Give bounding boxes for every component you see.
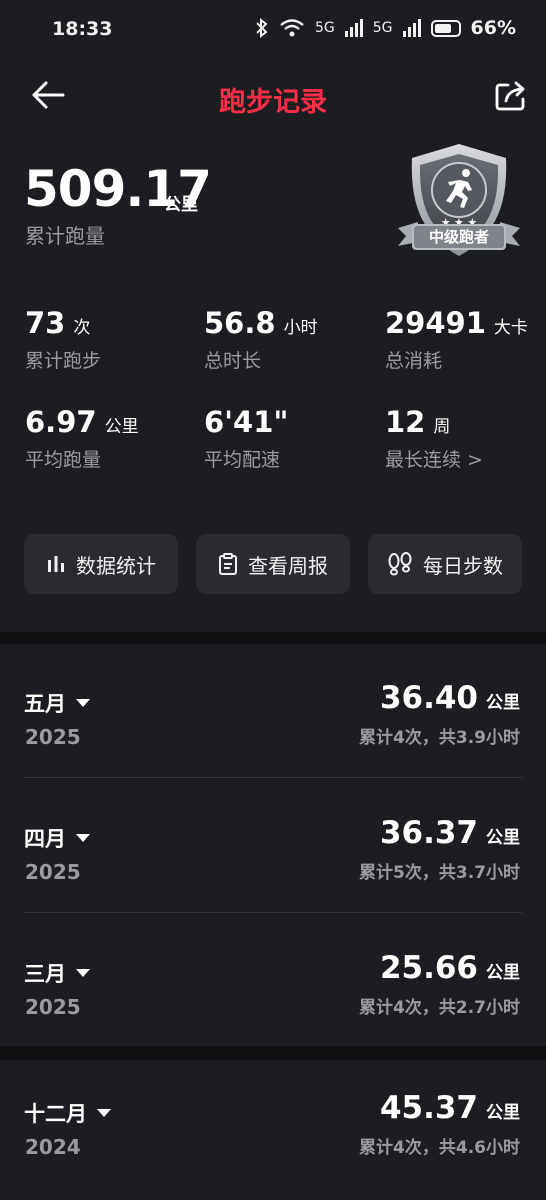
month-year: 2025 bbox=[25, 860, 81, 884]
chevron-down-icon bbox=[76, 834, 90, 842]
footprints-icon bbox=[388, 552, 412, 576]
signal-icon bbox=[344, 19, 363, 37]
weekly-report-button[interactable]: 查看周报 bbox=[196, 534, 350, 594]
month-year: 2025 bbox=[25, 995, 81, 1019]
month-name[interactable]: 四月 bbox=[24, 823, 90, 853]
wifi-icon bbox=[280, 19, 304, 37]
month-year: 2024 bbox=[25, 1135, 81, 1159]
month-summary: 累计4次，共4.6小时 bbox=[359, 1138, 520, 1158]
month-row[interactable]: 十二月 2024 45.37 公里 累计4次，共4.6小时 bbox=[0, 1090, 546, 1200]
month-distance: 45.37 公里 bbox=[379, 1090, 520, 1126]
divider bbox=[24, 777, 522, 778]
runner-level-badge[interactable]: ★ ★ ★ 中级跑者 bbox=[396, 142, 522, 262]
status-time: 18:33 bbox=[52, 18, 113, 40]
month-year: 2025 bbox=[25, 725, 81, 749]
clipboard-icon bbox=[219, 553, 237, 575]
month-name[interactable]: 三月 bbox=[24, 958, 90, 988]
bluetooth-icon bbox=[256, 18, 268, 38]
signal-5g-label: 5G bbox=[314, 20, 335, 36]
total-distance-unit: 公里 bbox=[164, 195, 198, 215]
chevron-down-icon bbox=[97, 1109, 111, 1117]
bar-chart-icon bbox=[48, 556, 64, 572]
signal-5g-label-2: 5G bbox=[372, 20, 393, 36]
month-group-2024: 十二月 2024 45.37 公里 累计4次，共4.6小时 bbox=[0, 1060, 546, 1200]
stat-run-count: 73 次 累计跑步 bbox=[25, 306, 102, 372]
month-summary: 累计4次，共2.7小时 bbox=[359, 998, 520, 1018]
month-row[interactable]: 五月 2025 36.40 公里 累计4次，共3.9小时 bbox=[0, 680, 546, 823]
battery-icon bbox=[430, 19, 461, 37]
month-distance: 25.66 公里 bbox=[379, 950, 520, 986]
stat-avg-pace: 6'41" 平均配速 bbox=[204, 405, 289, 471]
badge-label: 中级跑者 bbox=[429, 228, 489, 246]
month-distance: 36.37 公里 bbox=[379, 815, 520, 851]
summary-panel: 跑步记录 509.17 公里 累计跑量 ★ ★ ★ 中级跑者 73 次 累计跑步… bbox=[0, 62, 546, 632]
status-icons: 5G 5G 66% bbox=[255, 17, 516, 39]
stat-total-duration: 56.8 小时 总时长 bbox=[204, 306, 318, 372]
total-distance-label: 累计跑量 bbox=[25, 224, 105, 248]
daily-steps-button[interactable]: 每日步数 bbox=[368, 534, 522, 594]
month-distance: 36.40 公里 bbox=[379, 680, 520, 716]
stat-longest-streak[interactable]: 12 周 最长连续 > bbox=[385, 405, 483, 472]
chevron-down-icon bbox=[76, 969, 90, 977]
stat-avg-distance: 6.97 公里 平均跑量 bbox=[25, 405, 139, 471]
month-name[interactable]: 五月 bbox=[24, 688, 90, 718]
share-icon[interactable] bbox=[494, 80, 528, 112]
month-summary: 累计5次，共3.7小时 bbox=[359, 863, 520, 883]
battery-percent: 66% bbox=[470, 17, 516, 39]
month-group-2025: 五月 2025 36.40 公里 累计4次，共3.9小时 四月 2025 36.3… bbox=[0, 644, 546, 1046]
month-name[interactable]: 十二月 bbox=[24, 1098, 111, 1128]
page-title: 跑步记录 bbox=[219, 87, 327, 118]
signal-icon-2 bbox=[402, 19, 421, 37]
stat-total-calories: 29491 大卡 总消耗 bbox=[385, 306, 528, 372]
data-statistics-button[interactable]: 数据统计 bbox=[24, 534, 178, 594]
chevron-down-icon bbox=[76, 699, 90, 707]
month-row[interactable]: 四月 2025 36.37 公里 累计5次，共3.7小时 bbox=[0, 815, 546, 958]
divider bbox=[24, 912, 522, 913]
month-summary: 累计4次，共3.9小时 bbox=[359, 728, 520, 748]
status-bar: 18:33 5G 5G 66% bbox=[0, 0, 546, 62]
